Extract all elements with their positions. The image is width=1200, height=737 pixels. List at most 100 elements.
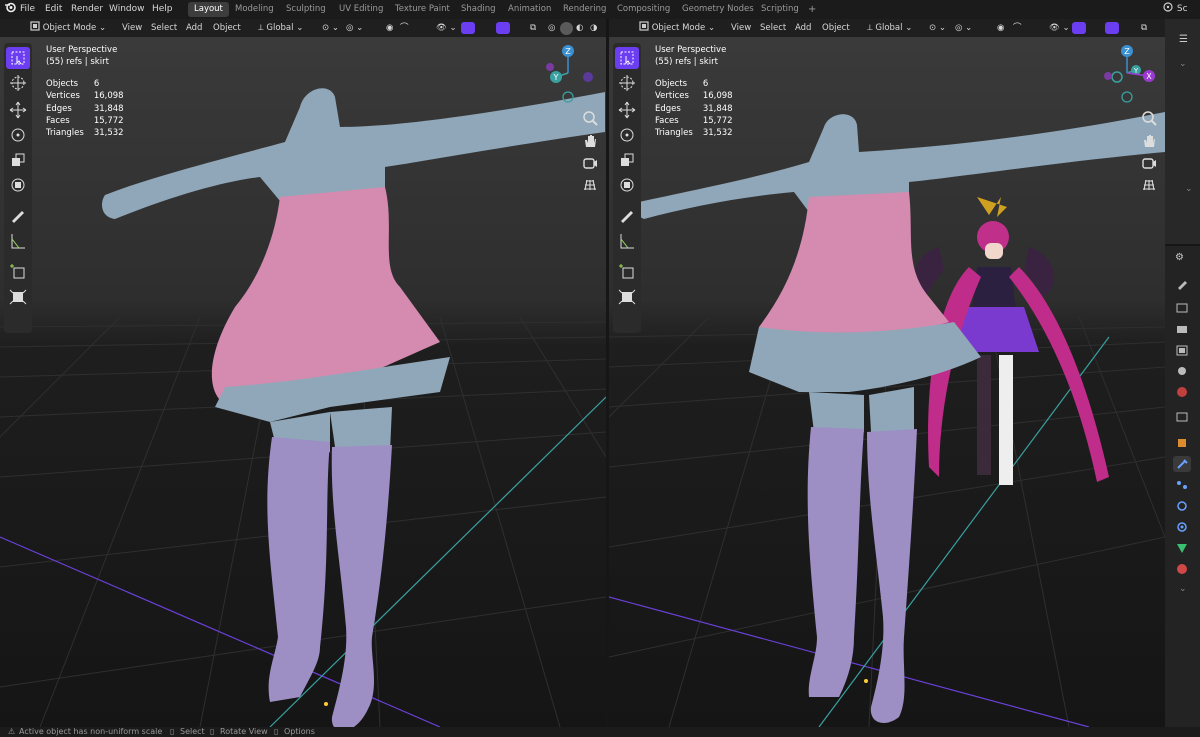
menu-select[interactable]: Select bbox=[760, 19, 786, 37]
menu-help[interactable]: Help bbox=[152, 0, 173, 19]
select-box-icon[interactable] bbox=[6, 47, 30, 69]
zoom-icon[interactable] bbox=[580, 108, 600, 128]
select-box-icon[interactable] bbox=[615, 47, 639, 69]
tab-layout[interactable]: Layout bbox=[188, 2, 229, 17]
transform-orientation-dropdown[interactable]: ⟂ Global ⌄ bbox=[867, 19, 912, 37]
tab-modeling[interactable]: Modeling bbox=[229, 2, 280, 17]
xray-icon[interactable]: ⧉ bbox=[1141, 19, 1147, 37]
snap-icon[interactable]: ◎ ⌄ bbox=[346, 19, 363, 37]
scale-icon[interactable] bbox=[6, 149, 30, 171]
add-cube-icon[interactable] bbox=[615, 261, 639, 283]
output-properties-icon[interactable] bbox=[1173, 321, 1191, 337]
particles-icon[interactable] bbox=[1173, 477, 1191, 493]
outliner-panel[interactable]: ☰ ⌄ ⌄ bbox=[1165, 19, 1200, 246]
world-properties-icon[interactable] bbox=[1173, 384, 1191, 400]
menu-render[interactable]: Render bbox=[71, 0, 103, 19]
camera-view-icon[interactable] bbox=[1139, 153, 1159, 173]
physics-icon[interactable] bbox=[1173, 498, 1191, 514]
menu-object[interactable]: Object bbox=[213, 19, 241, 37]
tab-scripting[interactable]: Scripting bbox=[755, 2, 805, 17]
menu-view[interactable]: View bbox=[122, 19, 142, 37]
scene-render[interactable] bbox=[609, 37, 1165, 727]
visibility-icon[interactable]: 👁 ⌄ bbox=[436, 19, 457, 37]
scene-properties-icon[interactable] bbox=[1173, 363, 1191, 379]
tab-sculpting[interactable]: Sculpting bbox=[280, 2, 332, 17]
chevron-down-icon[interactable]: ⌄ bbox=[1185, 184, 1193, 194]
tab-rendering[interactable]: Rendering bbox=[557, 2, 612, 17]
mode-dropdown[interactable]: Object Mode ⌄ bbox=[30, 19, 106, 37]
object-properties-icon[interactable] bbox=[1173, 435, 1191, 451]
cursor-icon[interactable] bbox=[615, 72, 639, 94]
scale-icon[interactable] bbox=[615, 149, 639, 171]
menu-add[interactable]: Add bbox=[795, 19, 811, 37]
move-icon[interactable] bbox=[6, 99, 30, 121]
falloff-icon[interactable]: ⌒ bbox=[400, 19, 409, 37]
overlay-toggle-icon[interactable] bbox=[496, 22, 510, 34]
menu-edit[interactable]: Edit bbox=[45, 0, 62, 19]
transform-orientation-dropdown[interactable]: ⟂ Global ⌄ bbox=[258, 19, 303, 37]
mode-dropdown[interactable]: Object Mode ⌄ bbox=[639, 19, 715, 37]
overlay-toggle-icon[interactable] bbox=[1105, 22, 1119, 34]
menu-file[interactable]: File bbox=[20, 0, 35, 19]
chevron-down-icon[interactable]: ⌄ bbox=[1179, 59, 1187, 69]
z-axis-negative-handle[interactable] bbox=[1121, 91, 1133, 103]
gizmo-toggle-icon[interactable] bbox=[1072, 22, 1086, 34]
pivot-icon[interactable]: ⊙ ⌄ bbox=[929, 19, 946, 37]
data-properties-icon[interactable] bbox=[1173, 540, 1191, 556]
tab-texture-paint[interactable]: Texture Paint bbox=[389, 2, 456, 17]
tab-animation[interactable]: Animation bbox=[502, 2, 557, 17]
material-shading-icon[interactable]: ◐ bbox=[576, 19, 583, 37]
rotate-icon[interactable] bbox=[6, 124, 30, 146]
material-properties-icon[interactable] bbox=[1173, 561, 1191, 577]
x-axis-negative-handle[interactable] bbox=[583, 72, 593, 82]
rotate-icon[interactable] bbox=[615, 124, 639, 146]
snap-icon[interactable]: ◎ ⌄ bbox=[955, 19, 972, 37]
measure-icon[interactable] bbox=[615, 230, 639, 252]
scene-render[interactable] bbox=[0, 37, 606, 727]
uv-icon[interactable] bbox=[6, 286, 30, 308]
menu-view[interactable]: View bbox=[731, 19, 751, 37]
tab-uv-editing[interactable]: UV Editing bbox=[333, 2, 389, 17]
constraints-icon[interactable] bbox=[1173, 519, 1191, 535]
add-workspace-button[interactable]: + bbox=[802, 2, 822, 17]
transform-icon[interactable] bbox=[615, 174, 639, 196]
tab-shading[interactable]: Shading bbox=[455, 2, 502, 17]
modifier-properties-icon[interactable] bbox=[1173, 456, 1191, 472]
menu-add[interactable]: Add bbox=[186, 19, 202, 37]
proportional-edit-icon[interactable]: ◉ bbox=[386, 19, 393, 37]
cursor-icon[interactable] bbox=[6, 72, 30, 94]
visibility-icon[interactable]: 👁 ⌄ bbox=[1049, 19, 1070, 37]
collection-properties-icon[interactable] bbox=[1173, 408, 1191, 424]
y-axis-negative-handle[interactable] bbox=[562, 91, 574, 103]
view-layer-icon[interactable] bbox=[1173, 342, 1191, 358]
ortho-grid-icon[interactable] bbox=[1139, 175, 1159, 195]
navigation-gizmo[interactable]: Z Y bbox=[540, 45, 602, 105]
tool-properties-icon[interactable] bbox=[1173, 276, 1191, 292]
uv-icon[interactable] bbox=[615, 286, 639, 308]
camera-view-icon[interactable] bbox=[580, 153, 600, 173]
add-cube-icon[interactable] bbox=[6, 261, 30, 283]
pan-hand-icon[interactable] bbox=[580, 131, 600, 151]
x-axis-handle[interactable] bbox=[546, 63, 554, 71]
solid-shading-icon[interactable] bbox=[560, 22, 573, 35]
menu-select[interactable]: Select bbox=[151, 19, 177, 37]
ortho-grid-icon[interactable] bbox=[580, 175, 600, 195]
x-axis-negative-handle[interactable] bbox=[1104, 72, 1112, 80]
transform-icon[interactable] bbox=[6, 174, 30, 196]
pivot-icon[interactable]: ⊙ ⌄ bbox=[322, 19, 339, 37]
falloff-icon[interactable]: ⌒ bbox=[1013, 19, 1022, 37]
navigation-gizmo[interactable]: Z Y X bbox=[1099, 45, 1163, 105]
chevron-down-icon[interactable]: ⌄ bbox=[1179, 584, 1187, 594]
pan-hand-icon[interactable] bbox=[1139, 131, 1159, 151]
viewport-right[interactable]: Object Mode ⌄ View Select Add Object ⟂ G… bbox=[609, 19, 1165, 727]
tab-compositing[interactable]: Compositing bbox=[611, 2, 676, 17]
render-properties-icon[interactable] bbox=[1173, 300, 1191, 316]
menu-window[interactable]: Window bbox=[109, 0, 145, 19]
gizmo-toggle-icon[interactable] bbox=[461, 22, 475, 34]
tab-geometry-nodes[interactable]: Geometry Nodes bbox=[676, 2, 760, 17]
scene-selector[interactable]: Sc bbox=[1162, 0, 1188, 19]
annotate-icon[interactable] bbox=[615, 205, 639, 227]
wireframe-shading-icon[interactable]: ◎ bbox=[548, 19, 555, 37]
blender-logo-icon[interactable] bbox=[4, 0, 16, 19]
zoom-icon[interactable] bbox=[1139, 108, 1159, 128]
